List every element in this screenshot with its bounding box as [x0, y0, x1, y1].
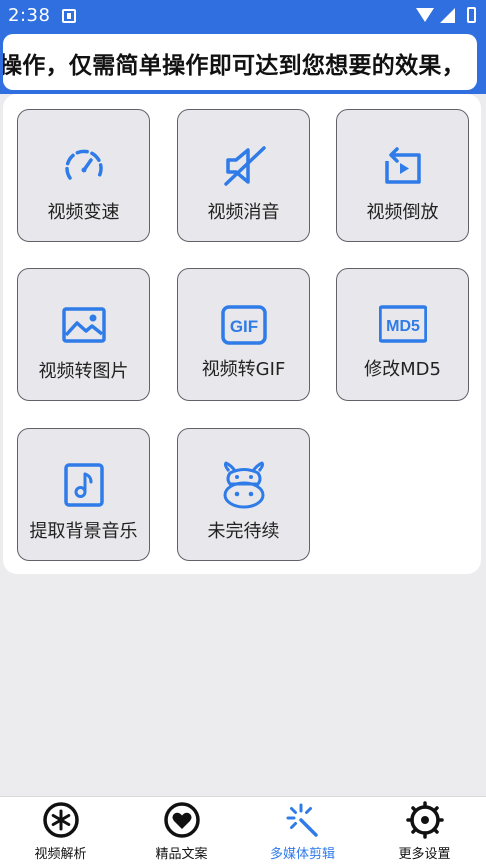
- tile-video-to-gif[interactable]: GIF 视频转GIF: [177, 268, 310, 401]
- announcement-bar: 操作，仅需简单操作即可达到您想要的效果，: [0, 32, 486, 94]
- announcement-box: 操作，仅需简单操作即可达到您想要的效果，: [3, 34, 477, 90]
- asterisk-circle-icon: [43, 802, 79, 838]
- tile-label: 修改MD5: [364, 359, 441, 380]
- nav-label: 精品文案: [155, 847, 208, 862]
- tile-coming-soon[interactable]: 未完待续: [177, 428, 310, 561]
- tile-label: 视频倒放: [366, 202, 439, 223]
- tile-label: 视频消音: [207, 202, 280, 223]
- tile-video-mute[interactable]: 视频消音: [177, 109, 310, 242]
- reverse-play-icon: [385, 147, 421, 184]
- heart-circle-icon: [164, 802, 200, 838]
- nav-multimedia-edit[interactable]: 多媒体剪辑: [242, 797, 363, 864]
- nav-label: 视频解析: [34, 847, 87, 862]
- cow-face-icon: [223, 461, 265, 509]
- nav-label: 多媒体剪辑: [269, 847, 335, 862]
- image-icon: [62, 307, 106, 343]
- gif-icon: GIF: [221, 305, 267, 345]
- md5-icon-text: MD5: [386, 318, 420, 335]
- nav-premium-copy[interactable]: 精品文案: [121, 797, 242, 864]
- status-time: 2:38: [8, 5, 51, 26]
- gif-icon-text: GIF: [230, 317, 258, 336]
- announcement-text: 操作，仅需简单操作即可达到您想要的效果，: [3, 53, 465, 79]
- tools-panel: 视频变速 视频消音 视频倒放 视频转图片 GIF 视频转GIF MD5 修改MD…: [3, 94, 481, 574]
- wifi-icon: [416, 8, 434, 22]
- bottom-nav: 视频解析 精品文案 多媒体剪辑 更多设置: [0, 796, 486, 864]
- md5-icon: MD5: [379, 305, 427, 343]
- nav-more-settings[interactable]: 更多设置: [364, 797, 485, 864]
- tile-label: 视频变速: [47, 202, 120, 223]
- tile-label: 未完待续: [207, 521, 280, 542]
- status-bar: 2:38: [0, 0, 486, 32]
- tile-video-speed[interactable]: 视频变速: [17, 109, 150, 242]
- magic-wand-icon: [286, 803, 318, 837]
- mute-speaker-icon: [224, 146, 266, 186]
- tile-video-reverse[interactable]: 视频倒放: [336, 109, 469, 242]
- nav-video-parse[interactable]: 视频解析: [0, 797, 121, 864]
- tile-extract-music[interactable]: 提取背景音乐: [17, 428, 150, 561]
- gear-icon: [406, 801, 444, 839]
- tile-label: 视频转图片: [38, 361, 129, 382]
- battery-icon: [467, 7, 476, 23]
- tile-label: 视频转GIF: [201, 359, 286, 380]
- cell-signal-icon: [440, 8, 455, 23]
- speedometer-icon: [65, 149, 103, 180]
- tile-video-to-image[interactable]: 视频转图片: [17, 268, 150, 401]
- music-file-icon: [64, 463, 104, 507]
- notification-icon: [62, 9, 76, 23]
- app-screen: 2:38 操作，仅需简单操作即可达到您想要的效果， 视频变速 视频消音 视频倒放…: [0, 0, 486, 864]
- tile-label: 提取背景音乐: [29, 521, 138, 542]
- tile-modify-md5[interactable]: MD5 修改MD5: [336, 268, 469, 401]
- nav-label: 更多设置: [398, 847, 451, 862]
